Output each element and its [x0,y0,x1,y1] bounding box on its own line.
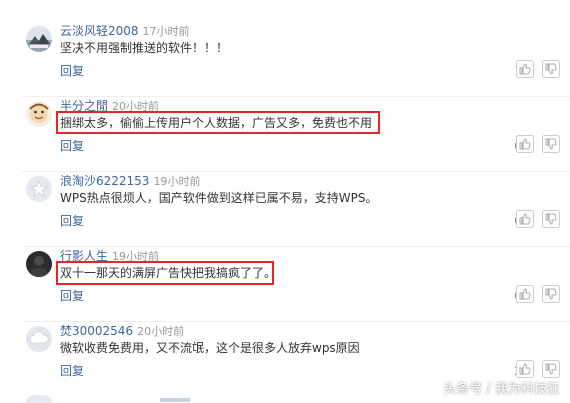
thumbs-up-icon[interactable] [516,285,534,303]
comment-time: 19小时前 [153,175,201,188]
reply-button[interactable]: 回复 [60,137,84,154]
comment-text: WPS热点很烦人，国产软件做到这样已属不易，支持WPS。 [60,191,378,205]
thumbs-down-icon[interactable] [542,135,560,153]
comment-text: 微软收费免费用，又不流氓，这个是很多人放弃wps原因 [60,341,360,355]
comment-time: 20小时前 [137,325,185,338]
reply-button[interactable]: 回复 [60,62,84,79]
avatar[interactable] [26,251,52,277]
comment-item: 行影人生19小时前 双十一那天的满屏广告快把我搞疯了了。 回复 0 [0,247,570,322]
username[interactable]: 焚30002546 [60,324,133,338]
default-star-avatar-icon [26,176,52,202]
avatar[interactable] [26,26,52,52]
thumbs-down-icon[interactable] [542,210,560,228]
avatar[interactable] [26,176,52,202]
highlight-box [56,261,274,285]
dark-photo-avatar-icon [26,251,52,277]
thumbs-up-icon[interactable] [516,60,534,78]
comment-item: 云淡风轻200817小时前 坚决不用强制推送的软件！！！ 回复 1 [0,22,570,97]
landscape-avatar-icon [26,26,52,52]
default-cloud-avatar-icon [26,326,52,352]
cartoon-avatar-icon [26,101,52,127]
username[interactable]: 浪淘沙6222153 [60,174,149,188]
reply-button[interactable]: 回复 [60,362,84,379]
comment-item: 半分之閒 20小时前 捆绑太多，偷偷上传用户个人数据，广告又多，免费也不用 回复 … [0,97,570,172]
thumbs-down-icon[interactable] [542,285,560,303]
comment-item: 浪淘沙6222153 19小时前 WPS热点很烦人，国产软件做到这样已属不易，支持… [0,172,570,247]
avatar[interactable] [26,326,52,352]
thumbs-up-icon[interactable] [516,135,534,153]
avatar[interactable] [26,101,52,127]
watermark: 头条号 / 我为科技狂 [443,382,560,397]
thumbs-down-icon[interactable] [542,60,560,78]
reply-button[interactable]: 回复 [60,212,84,229]
thumbs-down-icon[interactable] [542,360,560,378]
reply-button[interactable]: 回复 [60,287,84,304]
highlight-box [56,111,380,134]
thumbs-up-icon[interactable] [516,210,534,228]
avatar [26,395,52,403]
username-fragment [160,398,190,402]
comment-text: 坚决不用强制推送的软件！！！ [60,41,229,55]
username[interactable]: 云淡风轻2008 [60,24,139,38]
thumbs-up-icon[interactable] [516,360,534,378]
comment-time: 17小时前 [142,25,190,38]
